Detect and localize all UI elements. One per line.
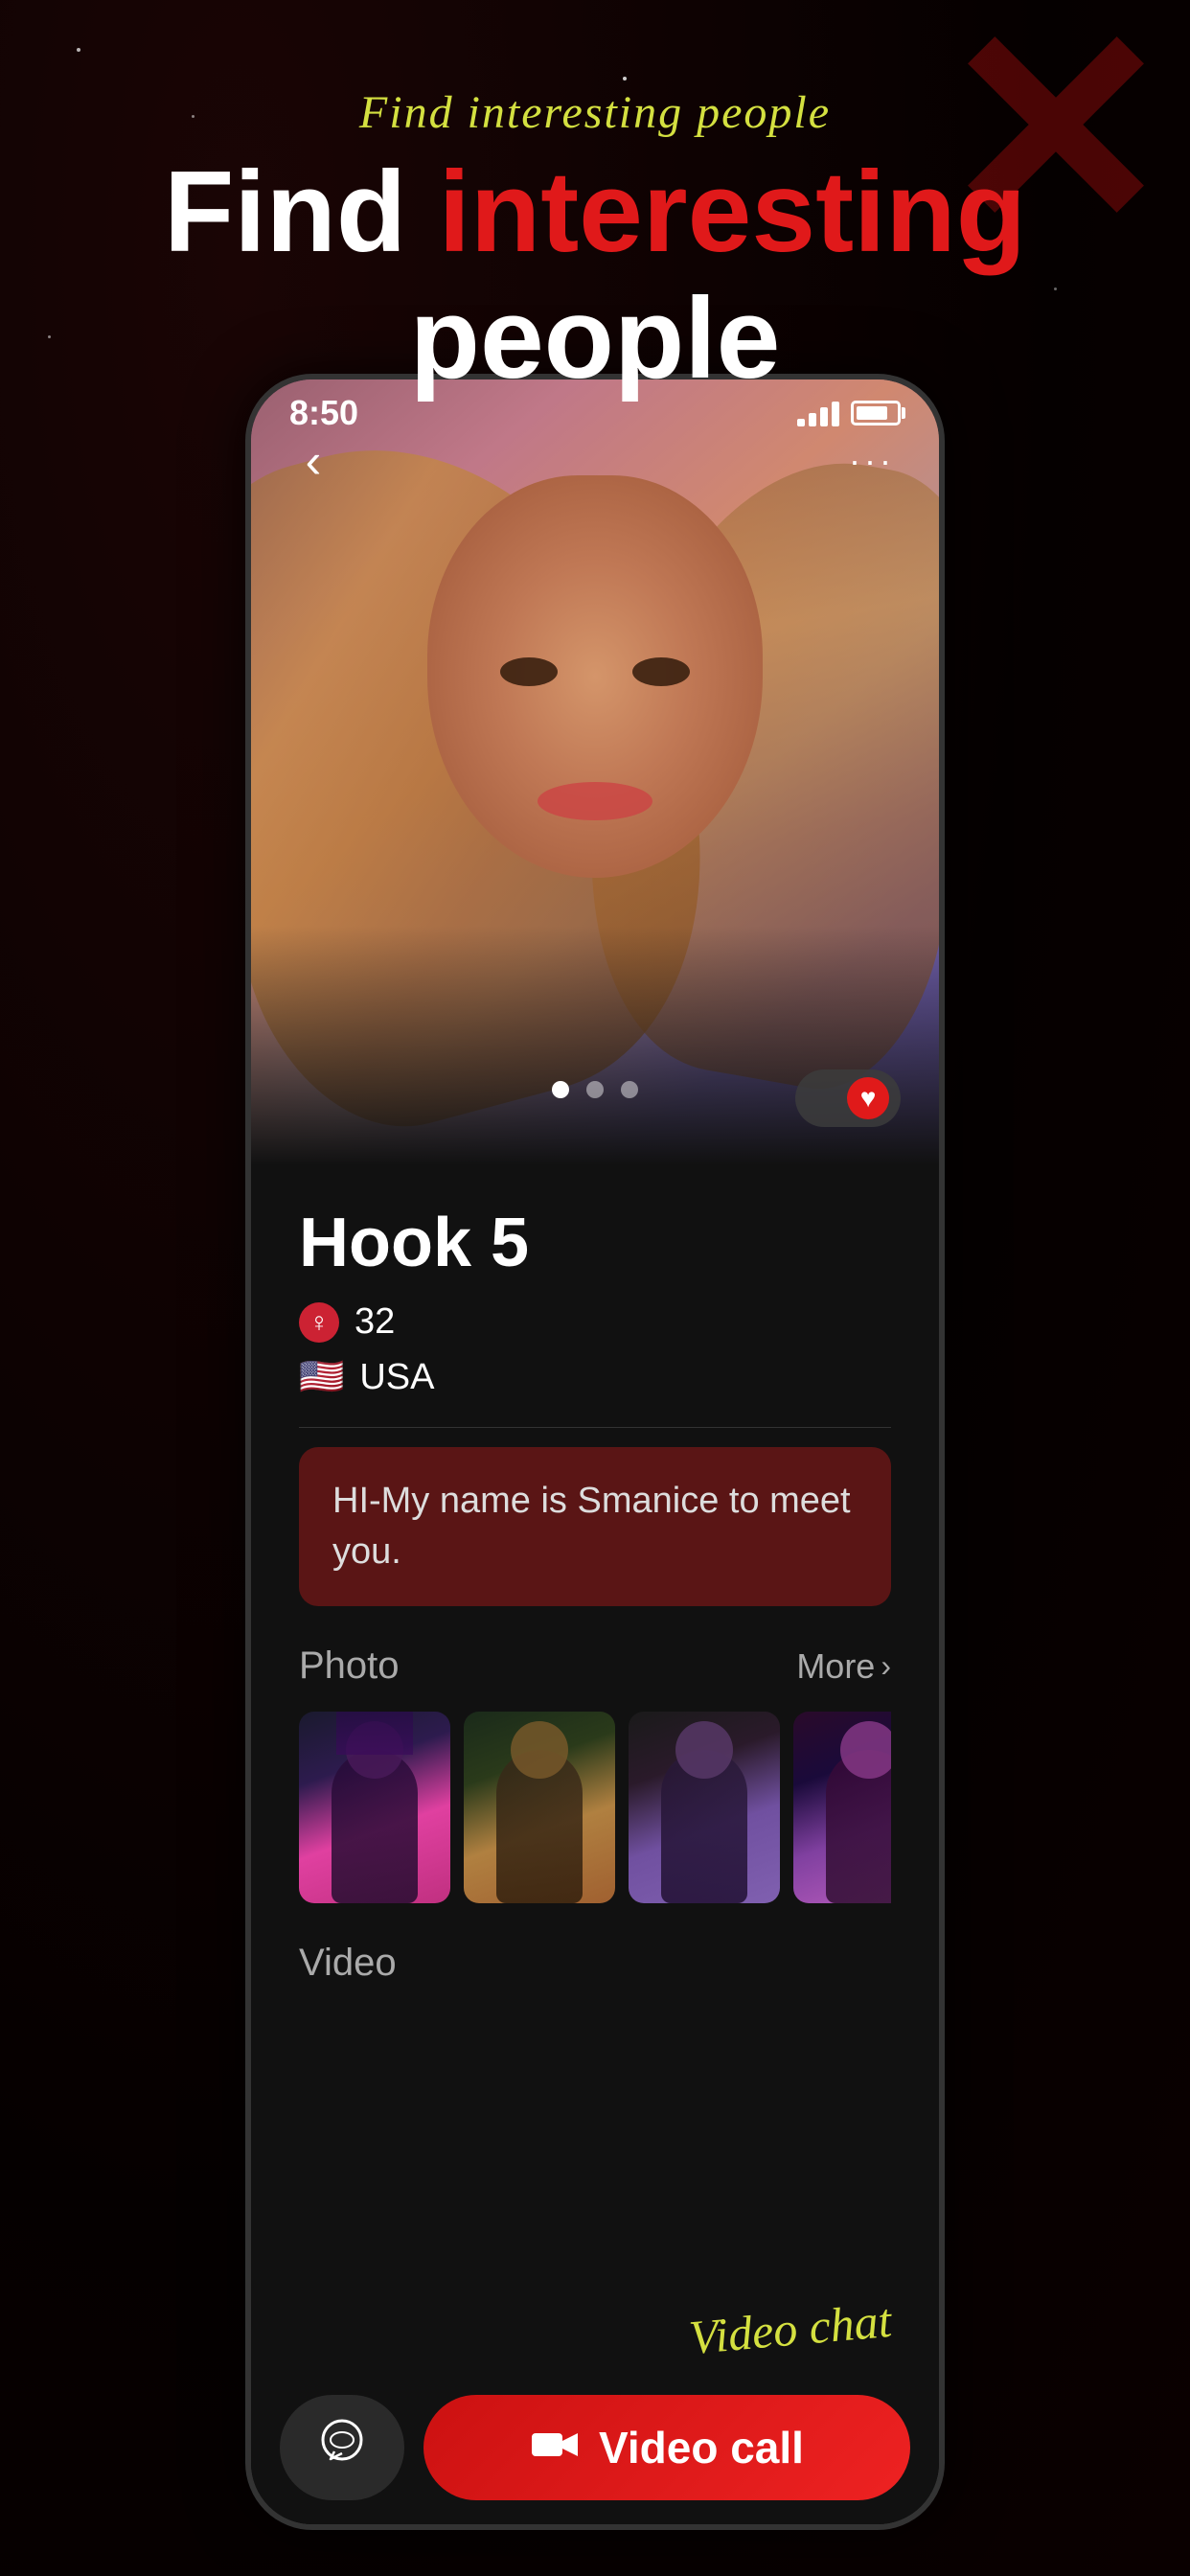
signal-bar-2 (809, 413, 816, 426)
chat-button[interactable] (280, 2395, 404, 2500)
photo-dots-indicator (552, 1081, 638, 1098)
video-section-title: Video (299, 1942, 397, 1985)
video-call-button[interactable]: Video call (423, 2395, 910, 2500)
profile-age: 32 (355, 1301, 395, 1343)
photos-section-header: Photo More › (299, 1644, 891, 1688)
chat-icon (317, 2417, 367, 2479)
video-call-label: Video call (599, 2422, 804, 2473)
bio-text: HI-My name is Smanice to meet you. (332, 1481, 851, 1572)
eye-left (500, 657, 558, 686)
signal-bar-3 (820, 407, 828, 426)
photo-thumbnail-4[interactable] (793, 1712, 891, 1903)
photo-thumbnail-1[interactable] (299, 1712, 450, 1903)
headline-red-text: interesting (439, 148, 1026, 276)
photos-more-button[interactable]: More › (796, 1646, 891, 1687)
gender-icon: ♀ (299, 1302, 339, 1343)
status-icons (797, 400, 901, 426)
signal-bar-1 (797, 419, 805, 426)
photo-thumbnail-2[interactable] (464, 1712, 615, 1903)
bottom-action-bar: Video call (251, 2371, 939, 2524)
more-dots-icon: ··· (849, 441, 895, 481)
headline-area: Find interesting people Find interesting… (0, 86, 1190, 402)
photo-dot-2[interactable] (586, 1081, 604, 1098)
thumb-person-2 (464, 1712, 615, 1903)
age-row: ♀ 32 (299, 1301, 891, 1343)
eye-right (632, 657, 690, 686)
thumb-hair-silhouette (336, 1712, 413, 1755)
bio-box: HI-My name is Smanice to meet you. (299, 1447, 891, 1606)
phone-mockup: 8:50 (245, 374, 945, 2530)
headline-white-text: Find (164, 148, 406, 276)
photo-bottom-gradient (251, 926, 939, 1165)
signal-bar-4 (832, 402, 839, 426)
thumb-head-silhouette (675, 1721, 733, 1779)
photo-dot-1[interactable] (552, 1081, 569, 1098)
lips (538, 782, 652, 820)
photos-more-chevron-icon: › (881, 1648, 891, 1684)
video-camera-icon (530, 2420, 580, 2475)
battery-fill (857, 406, 887, 420)
profile-country: USA (359, 1357, 434, 1398)
female-symbol: ♀ (309, 1307, 330, 1338)
profile-info: Hook 5 ♀ 32 🇺🇸 USA HI-My name is Smanice… (251, 1165, 939, 2524)
headline-main: Find interesting people (0, 149, 1190, 402)
headline-second-line: people (410, 274, 781, 402)
battery-icon (851, 401, 901, 426)
video-section-header: Video (299, 1942, 891, 1994)
thumb-person-4 (793, 1712, 891, 1903)
heart-symbol: ♥ (860, 1083, 877, 1114)
profile-meta: ♀ 32 🇺🇸 USA (299, 1301, 891, 1398)
photos-section-title: Photo (299, 1644, 400, 1688)
photo-thumbnail-3[interactable] (629, 1712, 780, 1903)
photo-dot-3[interactable] (621, 1081, 638, 1098)
profile-name: Hook 5 (299, 1204, 891, 1282)
more-menu-button[interactable]: ··· (838, 432, 905, 490)
like-toggle-button[interactable]: ♥ (795, 1070, 901, 1127)
back-button[interactable]: ‹ (285, 432, 342, 490)
heart-icon: ♥ (847, 1077, 889, 1119)
profile-divider (299, 1427, 891, 1428)
signal-bars-icon (797, 400, 839, 426)
photo-grid (299, 1712, 891, 1903)
back-chevron-icon: ‹ (306, 437, 322, 485)
profile-photo-bg (251, 380, 939, 1165)
star-dot (623, 77, 627, 80)
thumb-person-1 (299, 1712, 450, 1903)
thumb-person-3 (629, 1712, 780, 1903)
country-row: 🇺🇸 USA (299, 1356, 891, 1398)
thumb-head-silhouette (511, 1721, 568, 1779)
headline-cursive: Find interesting people (0, 86, 1190, 139)
star-dot (77, 48, 80, 52)
photos-more-label: More (796, 1646, 875, 1687)
country-flag-icon: 🇺🇸 (299, 1356, 344, 1398)
profile-photo-area: ‹ ··· ♥ (251, 380, 939, 1165)
thumb-head-silhouette (840, 1721, 891, 1779)
